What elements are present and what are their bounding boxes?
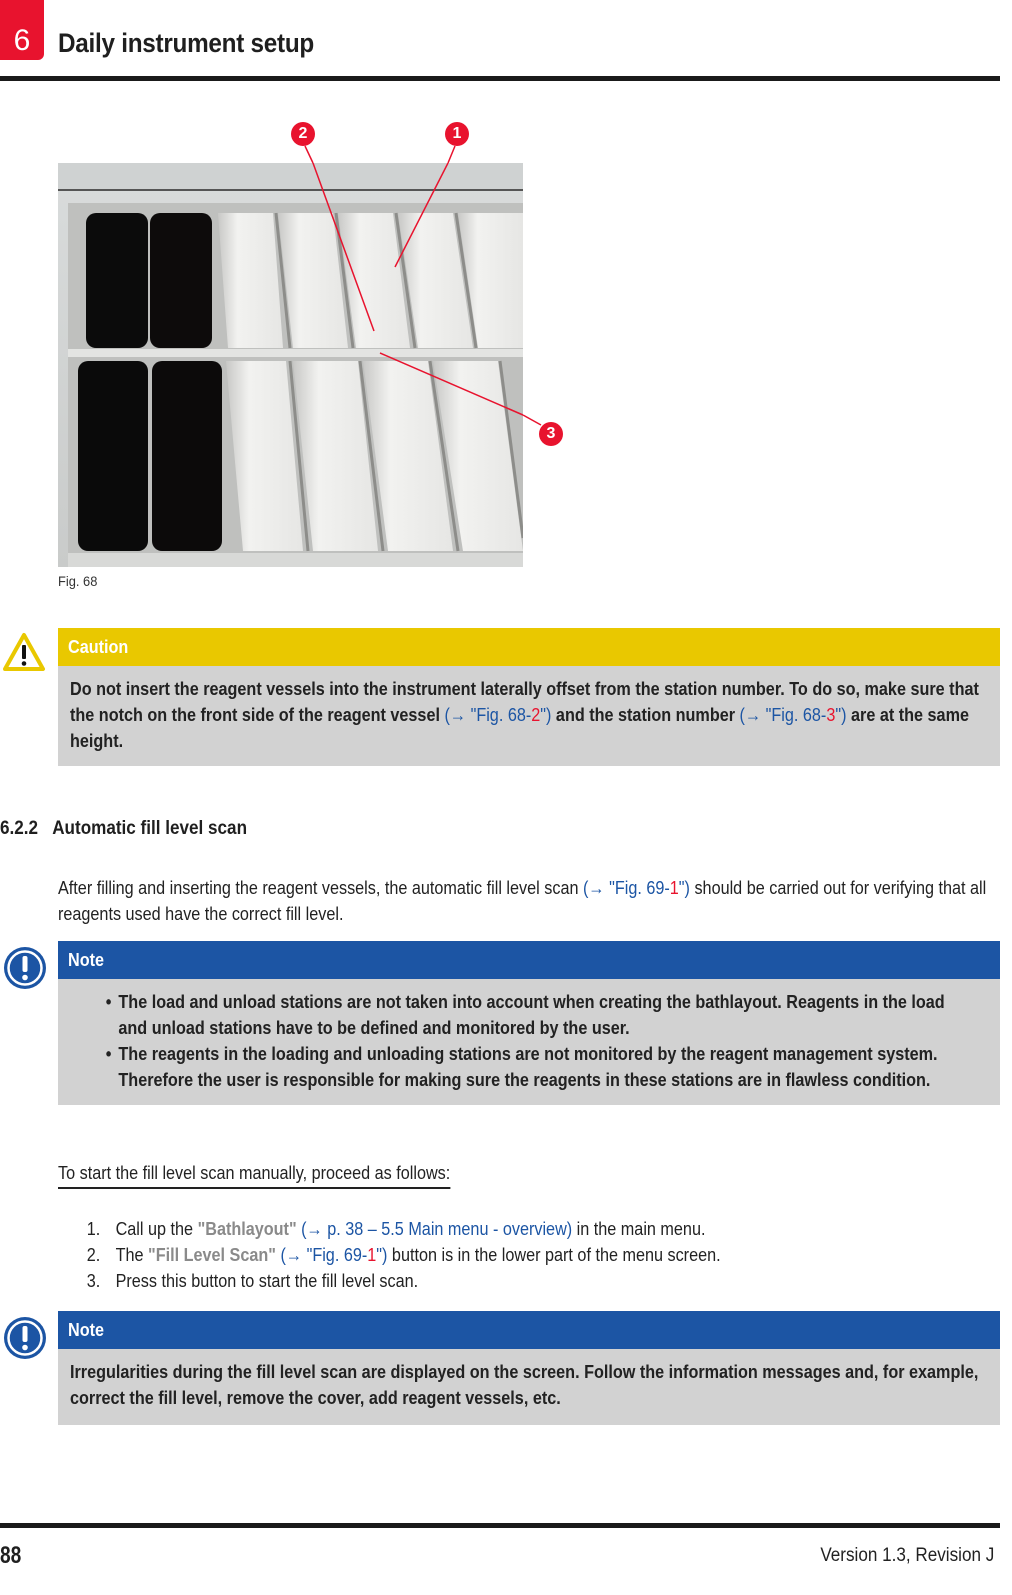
caution-header: Caution <box>58 628 1000 666</box>
step-3: 3. Press this button to start the fill l… <box>86 1271 419 1291</box>
note-box-2: Note Irregularities during the fill leve… <box>58 1311 1000 1425</box>
main-menu-overview-link[interactable]: (→ p. 38 – 5.5 Main menu - overview) <box>301 1219 572 1239</box>
note-bullet: The load and unload stations are not tak… <box>104 989 963 1041</box>
step-1: 1. Call up the "Bathlayout" (→ p. 38 – 5… <box>86 1219 706 1239</box>
warning-triangle-icon <box>2 632 46 677</box>
note-header: Note <box>58 1311 1000 1349</box>
version-label: Version 1.3, Revision J <box>820 1545 994 1566</box>
fig-69-1-link[interactable]: (→ "Fig. 69-1") <box>583 878 690 898</box>
fill-level-scan-term: "Fill Level Scan" <box>148 1245 276 1265</box>
info-exclamation-icon <box>2 945 48 996</box>
fig-68-2-link[interactable]: (→ "Fig. 68-2") <box>444 705 551 725</box>
fig-68-3-link[interactable]: (→ "Fig. 68-3") <box>740 705 847 725</box>
note-bullet: The reagents in the loading and unloadin… <box>104 1041 963 1093</box>
info-exclamation-icon <box>2 1315 48 1366</box>
section-number: 6.2.2 <box>0 818 39 839</box>
procedure-lead: To start the fill level scan manually, p… <box>58 1160 494 1189</box>
section-heading: 6.2.2 Automatic fill level scan <box>0 818 274 840</box>
callout-2: 2 <box>291 122 315 146</box>
callout-leader-lines <box>304 145 542 426</box>
footer-divider <box>0 1523 1000 1528</box>
section-title: Automatic fill level scan <box>52 818 248 839</box>
note-body: The load and unload stations are not tak… <box>58 979 1000 1105</box>
note-header: Note <box>58 941 1000 979</box>
caution-box: Caution Do not insert the reagent vessel… <box>58 628 1000 766</box>
procedure-steps: 1. Call up the "Bathlayout" (→ p. 38 – 5… <box>58 1216 998 1294</box>
step-2: 2. The "Fill Level Scan" (→ "Fig. 69-1")… <box>86 1245 721 1265</box>
bathlayout-term: "Bathlayout" <box>197 1219 297 1239</box>
fig-69-1-link[interactable]: (→ "Fig. 69-1") <box>280 1245 387 1265</box>
figure-caption: Fig. 68 <box>58 573 98 589</box>
note-body: Irregularities during the fill level sca… <box>70 1362 979 1408</box>
caution-body: Do not insert the reagent vessels into t… <box>70 679 979 751</box>
callout-1: 1 <box>445 122 469 146</box>
page-number: 88 <box>0 1542 22 1569</box>
note-box-1: Note The load and unload stations are no… <box>58 941 1000 1105</box>
callout-3: 3 <box>539 422 563 446</box>
intro-paragraph: After filling and inserting the reagent … <box>58 878 987 924</box>
